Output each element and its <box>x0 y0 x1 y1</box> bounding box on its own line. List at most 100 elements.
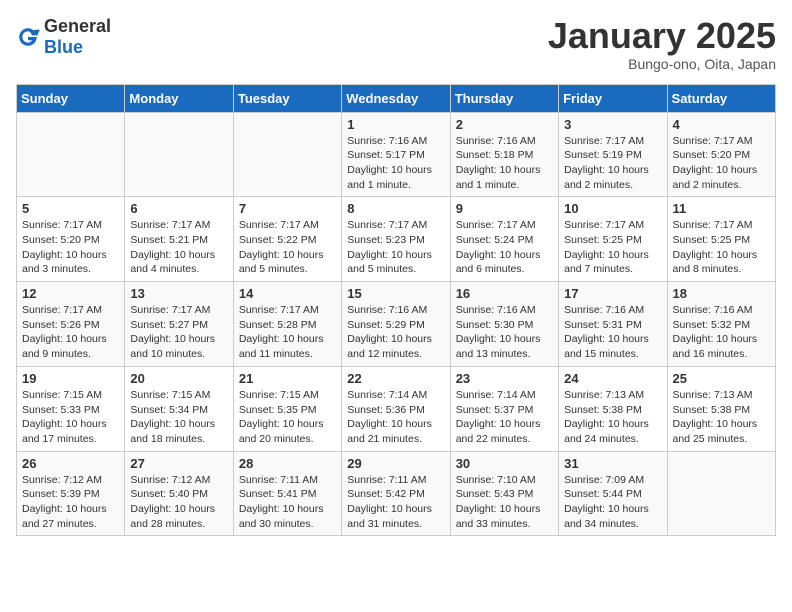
day-info: Sunrise: 7:16 AMSunset: 5:18 PMDaylight:… <box>456 134 553 193</box>
day-number: 8 <box>347 201 444 216</box>
day-number: 23 <box>456 371 553 386</box>
day-number: 30 <box>456 456 553 471</box>
weekday-header-monday: Monday <box>125 84 233 112</box>
calendar-cell <box>17 112 125 197</box>
day-number: 12 <box>22 286 119 301</box>
day-info: Sunrise: 7:16 AMSunset: 5:29 PMDaylight:… <box>347 303 444 362</box>
calendar-cell: 3 Sunrise: 7:17 AMSunset: 5:19 PMDaylight… <box>559 112 667 197</box>
weekday-header-sunday: Sunday <box>17 84 125 112</box>
week-row-3: 12 Sunrise: 7:17 AMSunset: 5:26 PMDayligh… <box>17 282 776 367</box>
day-number: 2 <box>456 117 553 132</box>
day-number: 28 <box>239 456 336 471</box>
logo-icon <box>16 25 40 49</box>
day-number: 26 <box>22 456 119 471</box>
calendar-cell: 28 Sunrise: 7:11 AMSunset: 5:41 PMDayligh… <box>233 451 341 536</box>
day-number: 25 <box>673 371 770 386</box>
calendar-cell: 22 Sunrise: 7:14 AMSunset: 5:36 PMDayligh… <box>342 366 450 451</box>
day-info: Sunrise: 7:09 AMSunset: 5:44 PMDaylight:… <box>564 473 661 532</box>
day-info: Sunrise: 7:17 AMSunset: 5:24 PMDaylight:… <box>456 218 553 277</box>
calendar-cell: 16 Sunrise: 7:16 AMSunset: 5:30 PMDayligh… <box>450 282 558 367</box>
calendar-cell: 25 Sunrise: 7:13 AMSunset: 5:38 PMDayligh… <box>667 366 775 451</box>
calendar-cell: 21 Sunrise: 7:15 AMSunset: 5:35 PMDayligh… <box>233 366 341 451</box>
day-number: 13 <box>130 286 227 301</box>
day-info: Sunrise: 7:16 AMSunset: 5:32 PMDaylight:… <box>673 303 770 362</box>
day-number: 15 <box>347 286 444 301</box>
day-info: Sunrise: 7:17 AMSunset: 5:22 PMDaylight:… <box>239 218 336 277</box>
weekday-header-row: SundayMondayTuesdayWednesdayThursdayFrid… <box>17 84 776 112</box>
month-title: January 2025 <box>548 16 776 56</box>
day-info: Sunrise: 7:17 AMSunset: 5:25 PMDaylight:… <box>673 218 770 277</box>
weekday-header-wednesday: Wednesday <box>342 84 450 112</box>
calendar-cell: 2 Sunrise: 7:16 AMSunset: 5:18 PMDaylight… <box>450 112 558 197</box>
calendar-cell <box>667 451 775 536</box>
calendar-cell: 12 Sunrise: 7:17 AMSunset: 5:26 PMDayligh… <box>17 282 125 367</box>
location: Bungo-ono, Oita, Japan <box>548 56 776 72</box>
calendar-cell: 23Sunrise: 7:14 AMSunset: 5:37 PMDayligh… <box>450 366 558 451</box>
calendar-cell: 11Sunrise: 7:17 AMSunset: 5:25 PMDayligh… <box>667 197 775 282</box>
day-info: Sunrise: 7:10 AMSunset: 5:43 PMDaylight:… <box>456 473 553 532</box>
calendar: SundayMondayTuesdayWednesdayThursdayFrid… <box>16 84 776 537</box>
calendar-cell: 18Sunrise: 7:16 AMSunset: 5:32 PMDayligh… <box>667 282 775 367</box>
day-info: Sunrise: 7:12 AMSunset: 5:40 PMDaylight:… <box>130 473 227 532</box>
day-number: 27 <box>130 456 227 471</box>
day-number: 22 <box>347 371 444 386</box>
calendar-cell: 29 Sunrise: 7:11 AMSunset: 5:42 PMDayligh… <box>342 451 450 536</box>
day-info: Sunrise: 7:17 AMSunset: 5:20 PMDaylight:… <box>22 218 119 277</box>
week-row-5: 26 Sunrise: 7:12 AMSunset: 5:39 PMDayligh… <box>17 451 776 536</box>
calendar-cell: 9Sunrise: 7:17 AMSunset: 5:24 PMDaylight… <box>450 197 558 282</box>
calendar-cell: 8 Sunrise: 7:17 AMSunset: 5:23 PMDaylight… <box>342 197 450 282</box>
weekday-header-thursday: Thursday <box>450 84 558 112</box>
calendar-cell <box>125 112 233 197</box>
day-number: 10 <box>564 201 661 216</box>
day-info: Sunrise: 7:13 AMSunset: 5:38 PMDaylight:… <box>564 388 661 447</box>
day-info: Sunrise: 7:17 AMSunset: 5:21 PMDaylight:… <box>130 218 227 277</box>
calendar-cell: 26 Sunrise: 7:12 AMSunset: 5:39 PMDayligh… <box>17 451 125 536</box>
calendar-cell: 24Sunrise: 7:13 AMSunset: 5:38 PMDayligh… <box>559 366 667 451</box>
day-number: 21 <box>239 371 336 386</box>
calendar-cell: 7 Sunrise: 7:17 AMSunset: 5:22 PMDaylight… <box>233 197 341 282</box>
calendar-cell <box>233 112 341 197</box>
day-info: Sunrise: 7:11 AMSunset: 5:41 PMDaylight:… <box>239 473 336 532</box>
week-row-4: 19Sunrise: 7:15 AMSunset: 5:33 PMDayligh… <box>17 366 776 451</box>
calendar-cell: 1Sunrise: 7:16 AMSunset: 5:17 PMDaylight… <box>342 112 450 197</box>
day-info: Sunrise: 7:15 AMSunset: 5:35 PMDaylight:… <box>239 388 336 447</box>
day-info: Sunrise: 7:17 AMSunset: 5:25 PMDaylight:… <box>564 218 661 277</box>
day-number: 20 <box>130 371 227 386</box>
day-number: 7 <box>239 201 336 216</box>
calendar-cell: 19Sunrise: 7:15 AMSunset: 5:33 PMDayligh… <box>17 366 125 451</box>
calendar-cell: 13 Sunrise: 7:17 AMSunset: 5:27 PMDayligh… <box>125 282 233 367</box>
calendar-cell: 20 Sunrise: 7:15 AMSunset: 5:34 PMDayligh… <box>125 366 233 451</box>
day-number: 1 <box>347 117 444 132</box>
day-number: 16 <box>456 286 553 301</box>
week-row-2: 5Sunrise: 7:17 AMSunset: 5:20 PMDaylight… <box>17 197 776 282</box>
day-info: Sunrise: 7:17 AMSunset: 5:27 PMDaylight:… <box>130 303 227 362</box>
week-row-1: 1Sunrise: 7:16 AMSunset: 5:17 PMDaylight… <box>17 112 776 197</box>
day-info: Sunrise: 7:17 AMSunset: 5:26 PMDaylight:… <box>22 303 119 362</box>
day-info: Sunrise: 7:15 AMSunset: 5:33 PMDaylight:… <box>22 388 119 447</box>
weekday-header-friday: Friday <box>559 84 667 112</box>
logo-general: General <box>44 16 111 36</box>
day-info: Sunrise: 7:17 AMSunset: 5:23 PMDaylight:… <box>347 218 444 277</box>
calendar-cell: 27 Sunrise: 7:12 AMSunset: 5:40 PMDayligh… <box>125 451 233 536</box>
day-info: Sunrise: 7:17 AMSunset: 5:28 PMDaylight:… <box>239 303 336 362</box>
logo-blue: Blue <box>44 37 83 57</box>
day-info: Sunrise: 7:16 AMSunset: 5:30 PMDaylight:… <box>456 303 553 362</box>
calendar-cell: 30 Sunrise: 7:10 AMSunset: 5:43 PMDayligh… <box>450 451 558 536</box>
logo: General Blue <box>16 16 111 58</box>
day-number: 4 <box>673 117 770 132</box>
calendar-cell: 17Sunrise: 7:16 AMSunset: 5:31 PMDayligh… <box>559 282 667 367</box>
day-info: Sunrise: 7:17 AMSunset: 5:19 PMDaylight:… <box>564 134 661 193</box>
calendar-cell: 14Sunrise: 7:17 AMSunset: 5:28 PMDayligh… <box>233 282 341 367</box>
day-number: 6 <box>130 201 227 216</box>
day-number: 3 <box>564 117 661 132</box>
title-block: January 2025 Bungo-ono, Oita, Japan <box>548 16 776 72</box>
day-number: 29 <box>347 456 444 471</box>
day-info: Sunrise: 7:12 AMSunset: 5:39 PMDaylight:… <box>22 473 119 532</box>
calendar-cell: 4Sunrise: 7:17 AMSunset: 5:20 PMDaylight… <box>667 112 775 197</box>
day-number: 17 <box>564 286 661 301</box>
logo-text: General Blue <box>44 16 111 58</box>
day-info: Sunrise: 7:14 AMSunset: 5:36 PMDaylight:… <box>347 388 444 447</box>
day-info: Sunrise: 7:13 AMSunset: 5:38 PMDaylight:… <box>673 388 770 447</box>
day-info: Sunrise: 7:11 AMSunset: 5:42 PMDaylight:… <box>347 473 444 532</box>
day-info: Sunrise: 7:15 AMSunset: 5:34 PMDaylight:… <box>130 388 227 447</box>
